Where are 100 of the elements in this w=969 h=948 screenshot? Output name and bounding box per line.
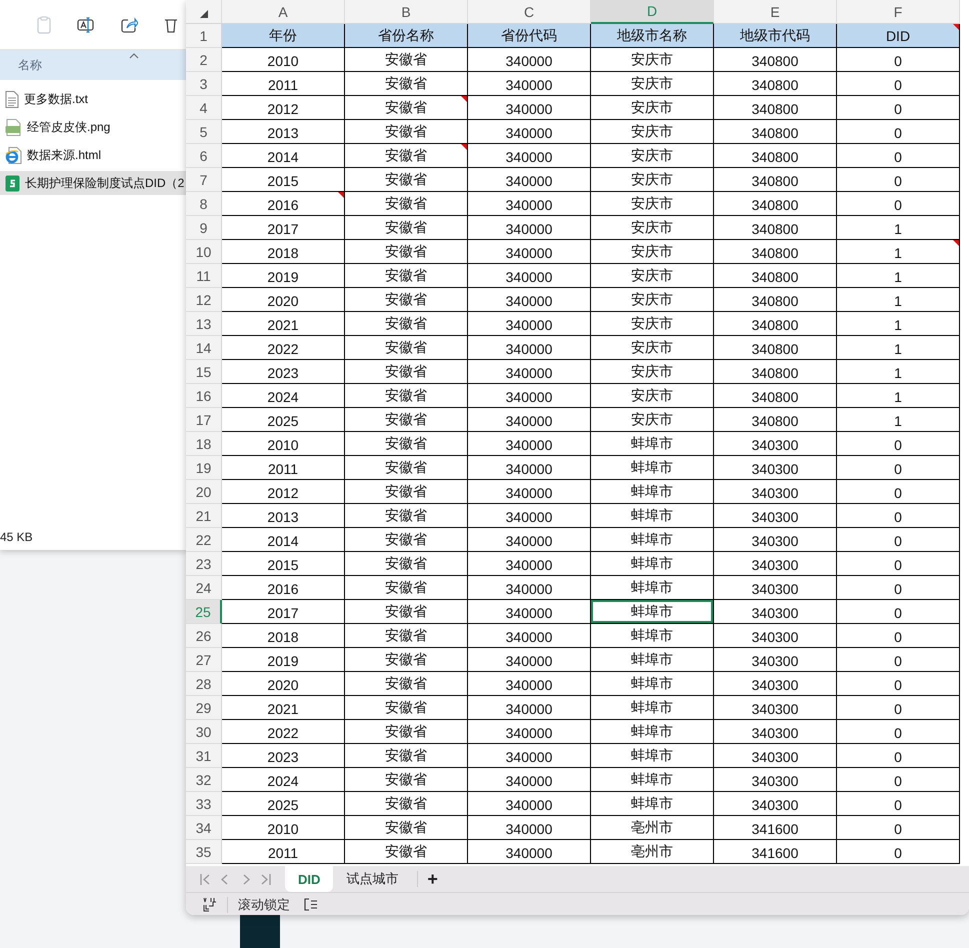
table-cell-text: 1 xyxy=(893,388,903,407)
table-cell-text: 安庆市 xyxy=(630,170,674,189)
select-all-icon[interactable] xyxy=(200,10,208,18)
table-cell-text: 安庆市 xyxy=(630,314,674,333)
table-cell-text: 340800 xyxy=(750,76,800,95)
column-header[interactable]: A xyxy=(222,0,345,24)
table-cell-text: 340000 xyxy=(504,700,554,719)
row-header[interactable]: 4 xyxy=(186,96,222,120)
row-header[interactable]: 21 xyxy=(186,504,222,528)
row-header[interactable]: 30 xyxy=(186,720,222,744)
panel-icon[interactable] xyxy=(304,898,318,911)
row-header[interactable]: 8 xyxy=(186,192,222,216)
clipboard-icon[interactable] xyxy=(37,16,51,34)
row-header[interactable]: 14 xyxy=(186,336,222,360)
table-cell-text: 0 xyxy=(893,508,903,527)
table-cell-text: 340000 xyxy=(504,340,554,359)
trash-icon[interactable] xyxy=(164,16,178,32)
row-header[interactable]: 1 xyxy=(186,24,222,48)
table-cell-text: 2024 xyxy=(266,388,300,407)
row-header[interactable]: 22 xyxy=(186,528,222,552)
table-cell-text: 340000 xyxy=(504,604,554,623)
row-header[interactable]: 10 xyxy=(186,240,222,264)
row-header[interactable]: 16 xyxy=(186,384,222,408)
column-header[interactable]: C xyxy=(468,0,591,24)
scroll-lock-text[interactable]: 滚动锁定 xyxy=(238,896,290,914)
table-cell-text: 340000 xyxy=(504,724,554,743)
row-header[interactable]: 11 xyxy=(186,264,222,288)
row-header[interactable]: 9 xyxy=(186,216,222,240)
table-cell-text: 340800 xyxy=(750,268,800,287)
row-header[interactable]: 17 xyxy=(186,408,222,432)
row-header[interactable]: 18 xyxy=(186,432,222,456)
sort-icon[interactable] xyxy=(129,53,139,59)
table-cell-text: 安徽省 xyxy=(384,410,428,429)
table-cell-text: 0 xyxy=(893,100,903,119)
row-header[interactable]: 26 xyxy=(186,624,222,648)
row-header[interactable]: 23 xyxy=(186,552,222,576)
column-header[interactable]: B xyxy=(345,0,468,24)
table-cell-text: 340800 xyxy=(750,364,800,383)
table-cell-text: 蚌埠市 xyxy=(630,506,674,525)
row-header[interactable]: 2 xyxy=(186,48,222,72)
row-header[interactable]: 13 xyxy=(186,312,222,336)
row-header[interactable]: 31 xyxy=(186,744,222,768)
table-cell-text: 2016 xyxy=(266,580,300,599)
table-cell-text: 340300 xyxy=(750,676,800,695)
file-item[interactable]: 长期护理保险制度试点DID（2 xyxy=(0,171,187,195)
sheet-tab[interactable]: 试点城市 xyxy=(333,866,412,892)
share-icon[interactable] xyxy=(121,16,138,32)
table-cell-text: 蚌埠市 xyxy=(630,554,674,573)
column-header[interactable]: E xyxy=(714,0,837,24)
row-header[interactable]: 34 xyxy=(186,816,222,840)
file-item[interactable]: 经管皮皮侠.png xyxy=(0,115,187,139)
sheet-tab[interactable]: DID xyxy=(285,866,334,892)
row-header[interactable]: 24 xyxy=(186,576,222,600)
table-cell-text: 340000 xyxy=(504,292,554,311)
table-cell-text: 2013 xyxy=(266,124,300,143)
file-item[interactable]: 更多数据.txt xyxy=(0,87,187,111)
table-cell-text: 340300 xyxy=(750,772,800,791)
table-cell-text: 340000 xyxy=(504,52,554,71)
table-cell-text: 亳州市 xyxy=(630,818,674,837)
file-item[interactable]: 数据来源.html xyxy=(0,143,187,167)
row-header[interactable]: 32 xyxy=(186,768,222,792)
table-cell-text: 2022 xyxy=(266,724,300,743)
row-header[interactable]: 29 xyxy=(186,696,222,720)
column-header[interactable]: F xyxy=(837,0,960,24)
table-cell-text: 安徽省 xyxy=(384,74,428,93)
row-header[interactable]: 15 xyxy=(186,360,222,384)
table-cell-text: 340300 xyxy=(750,628,800,647)
table-cell-text: 1 xyxy=(893,292,903,311)
row-header[interactable]: 35 xyxy=(186,840,222,864)
header-cell: 省份名称 xyxy=(345,24,467,47)
row-header[interactable]: 33 xyxy=(186,792,222,816)
table-cell-text: 安庆市 xyxy=(630,290,674,309)
row-header[interactable]: 19 xyxy=(186,456,222,480)
table-cell-text: 2023 xyxy=(266,748,300,767)
table-cell-text: 0 xyxy=(893,124,903,143)
row-header[interactable]: 6 xyxy=(186,144,222,168)
row-header[interactable]: 3 xyxy=(186,72,222,96)
row-header[interactable]: 7 xyxy=(186,168,222,192)
table-cell-text: 340800 xyxy=(750,220,800,239)
table-cell-text: 340000 xyxy=(504,652,554,671)
table-cell-text: 安徽省 xyxy=(384,578,428,597)
rename-icon[interactable] xyxy=(77,16,95,32)
column-header[interactable]: 名称 xyxy=(18,56,42,74)
table-cell-text: 安庆市 xyxy=(630,50,674,69)
macro-icon[interactable] xyxy=(203,897,217,912)
table-cell-text: 340000 xyxy=(504,388,554,407)
table-cell-text: 蚌埠市 xyxy=(630,482,674,501)
row-header[interactable]: 27 xyxy=(186,648,222,672)
table-cell-text: 340800 xyxy=(750,292,800,311)
add-sheet-button[interactable]: + xyxy=(424,868,441,890)
table-cell-text: 2023 xyxy=(266,364,300,383)
table-cell-text: 安徽省 xyxy=(384,650,428,669)
table-cell-text: 1 xyxy=(893,364,903,383)
row-header[interactable]: 5 xyxy=(186,120,222,144)
table-cell-text: 安徽省 xyxy=(384,314,428,333)
table-cell-text: 340000 xyxy=(504,244,554,263)
row-header[interactable]: 12 xyxy=(186,288,222,312)
row-header[interactable]: 28 xyxy=(186,672,222,696)
table-cell-text: 340000 xyxy=(504,436,554,455)
row-header[interactable]: 20 xyxy=(186,480,222,504)
